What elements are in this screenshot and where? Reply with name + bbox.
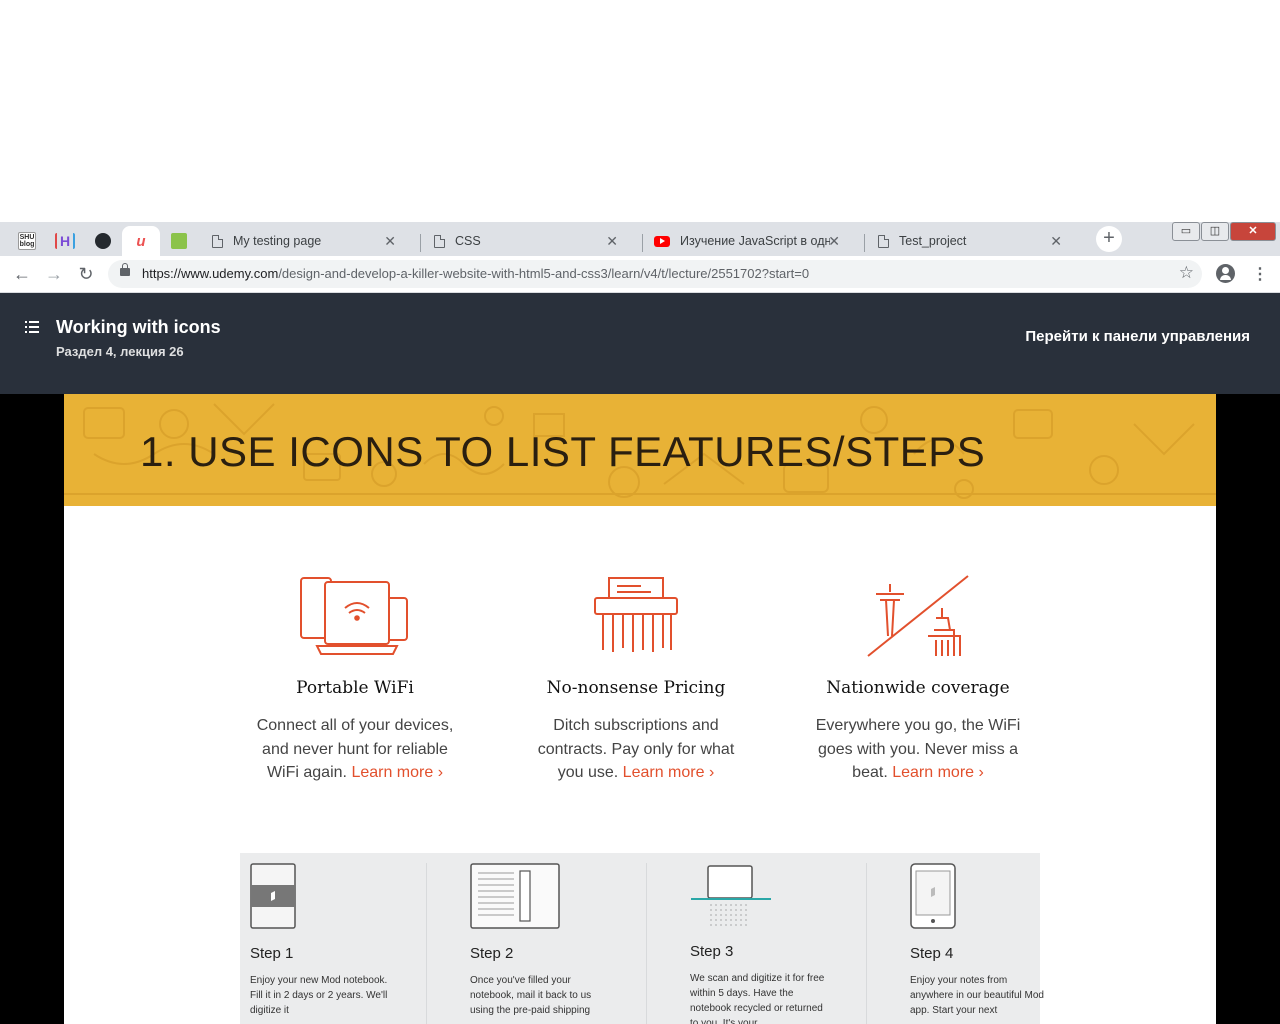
learn-more-link[interactable]: Learn more › xyxy=(351,764,443,781)
banner-title: 1. USE ICONS TO LIST FEATURES/STEPS xyxy=(140,428,986,475)
page-icon xyxy=(878,234,889,248)
tab-test-project[interactable]: Test_project ✕ xyxy=(864,226,1074,256)
back-button[interactable]: ← xyxy=(10,262,34,286)
page-icon xyxy=(434,234,445,248)
page-icon xyxy=(212,234,223,248)
step-title: Step 4 xyxy=(910,945,954,962)
youtube-icon xyxy=(654,235,670,247)
restore-button[interactable]: ◫ xyxy=(1201,222,1229,241)
step-4: Step 4 Enjoy your notes from anywhere in… xyxy=(866,853,1066,1024)
tab-close-icon[interactable]: ✕ xyxy=(828,233,840,250)
url-host: https://www.udemy.com xyxy=(142,266,279,281)
step-description: Enjoy your notes from anywhere in our be… xyxy=(910,975,1044,1016)
feature-portable-wifi: Portable WiFi Connect all of your device… xyxy=(235,574,475,785)
slide-banner: 1. USE ICONS TO LIST FEATURES/STEPS xyxy=(64,394,1216,506)
browser-tab-strip: SHU blog H u My testing page ✕ CSS ✕ Изуч… xyxy=(0,222,1280,256)
feature-pricing: No-nonsense Pricing Ditch subscriptions … xyxy=(516,574,756,785)
tab-title: Изучение JavaScript в одном xyxy=(680,234,830,248)
step-title: Step 3 xyxy=(690,943,734,960)
scanner-icon xyxy=(691,865,771,926)
learn-more-link[interactable]: Learn more › xyxy=(892,764,984,781)
step-3: Step 3 We scan and digitize it for free … xyxy=(646,853,846,1024)
step-divider xyxy=(646,863,647,1024)
pinned-tab-h[interactable]: H xyxy=(46,226,84,256)
reload-button[interactable]: ↻ xyxy=(74,262,98,286)
close-window-button[interactable]: ✕ xyxy=(1230,222,1276,241)
address-bar[interactable]: https://www.udemy.com/design-and-develop… xyxy=(108,260,1202,288)
shu-blog-icon: SHU blog xyxy=(18,232,36,250)
feature-description: Connect all of your devices, and never h… xyxy=(256,717,454,781)
learn-more-link[interactable]: Learn more › xyxy=(623,764,715,781)
step-description: Enjoy your new Mod notebook. Fill it in … xyxy=(250,975,388,1016)
minimize-button[interactable]: ▭ xyxy=(1172,222,1200,241)
browser-menu-icon[interactable]: ⋮ xyxy=(1252,264,1268,284)
bookmark-star-icon[interactable]: ☆ xyxy=(1179,263,1194,283)
step-divider xyxy=(866,863,867,1024)
profile-avatar-icon[interactable] xyxy=(1216,264,1235,283)
tab-my-testing-page[interactable]: My testing page ✕ xyxy=(198,226,408,256)
url-text: https://www.udemy.com/design-and-develop… xyxy=(142,266,809,281)
step-description: Once you've filled your notebook, mail i… xyxy=(470,975,592,1016)
tab-css[interactable]: CSS ✕ xyxy=(420,226,630,256)
feature-title: No-nonsense Pricing xyxy=(546,678,726,698)
new-tab-button[interactable]: + xyxy=(1096,226,1122,252)
pinned-tab-extension[interactable] xyxy=(160,226,198,256)
lecture-header: Working with icons Раздел 4, лекция 26 П… xyxy=(0,293,1280,394)
step-2: Step 2 Once you've filled your notebook,… xyxy=(426,853,626,1024)
steps-panel: Step 1 Enjoy your new Mod notebook. Fill… xyxy=(240,853,1044,1024)
feature-description: Ditch subscriptions and contracts. Pay o… xyxy=(537,717,735,781)
devices-wifi-icon xyxy=(235,574,475,664)
extension-icon xyxy=(171,233,187,249)
step-description: We scan and digitize it for free within … xyxy=(690,973,825,1024)
step-divider xyxy=(426,863,427,1024)
step-1: Step 1 Enjoy your new Mod notebook. Fill… xyxy=(240,853,440,1024)
pinned-tab-github[interactable] xyxy=(84,226,122,256)
tab-close-icon[interactable]: ✕ xyxy=(384,233,396,250)
curriculum-list-icon[interactable] xyxy=(25,321,39,333)
lecture-title: Working with icons xyxy=(56,317,221,337)
udemy-icon: u xyxy=(136,232,146,250)
tab-title: Test_project xyxy=(899,234,967,248)
open-notebook-icon xyxy=(470,863,560,929)
tab-close-icon[interactable]: ✕ xyxy=(1050,233,1062,250)
step-title: Step 2 xyxy=(470,945,514,962)
tab-close-icon[interactable]: ✕ xyxy=(606,233,618,250)
feature-nationwide: Nationwide coverage Everywhere you go, t… xyxy=(798,574,1038,785)
h-extension-icon: H xyxy=(55,233,75,249)
skyline-map-icon xyxy=(798,574,1038,664)
shredder-icon xyxy=(516,574,756,664)
tablet-app-icon xyxy=(910,863,956,929)
lecture-slide: 1. USE ICONS TO LIST FEATURES/STEPS Port… xyxy=(64,394,1216,1024)
lock-icon xyxy=(120,263,130,276)
lecture-section-info: Раздел 4, лекция 26 xyxy=(56,344,184,359)
notebook-icon xyxy=(250,863,296,929)
pinned-tab-udemy[interactable]: u xyxy=(122,226,160,256)
tab-title: CSS xyxy=(455,234,481,248)
feature-title: Portable WiFi xyxy=(296,678,414,698)
feature-description: Everywhere you go, the WiFi goes with yo… xyxy=(815,717,1021,781)
window-controls: ▭ ◫ ✕ xyxy=(1171,222,1276,241)
forward-button[interactable]: → xyxy=(42,262,66,286)
url-path: /design-and-develop-a-killer-website-wit… xyxy=(278,266,810,281)
github-icon xyxy=(95,233,111,249)
browser-toolbar: ← → ↻ https://www.udemy.com/design-and-d… xyxy=(0,256,1280,293)
go-to-dashboard-link[interactable]: Перейти к панели управления xyxy=(1025,328,1250,345)
tab-title: My testing page xyxy=(233,234,322,248)
tab-youtube-javascript[interactable]: Изучение JavaScript в одном ✕ xyxy=(642,226,852,256)
step-title: Step 1 xyxy=(250,945,294,962)
feature-title: Nationwide coverage xyxy=(826,678,1010,698)
pinned-tab-shu-blog[interactable]: SHU blog xyxy=(8,226,46,256)
